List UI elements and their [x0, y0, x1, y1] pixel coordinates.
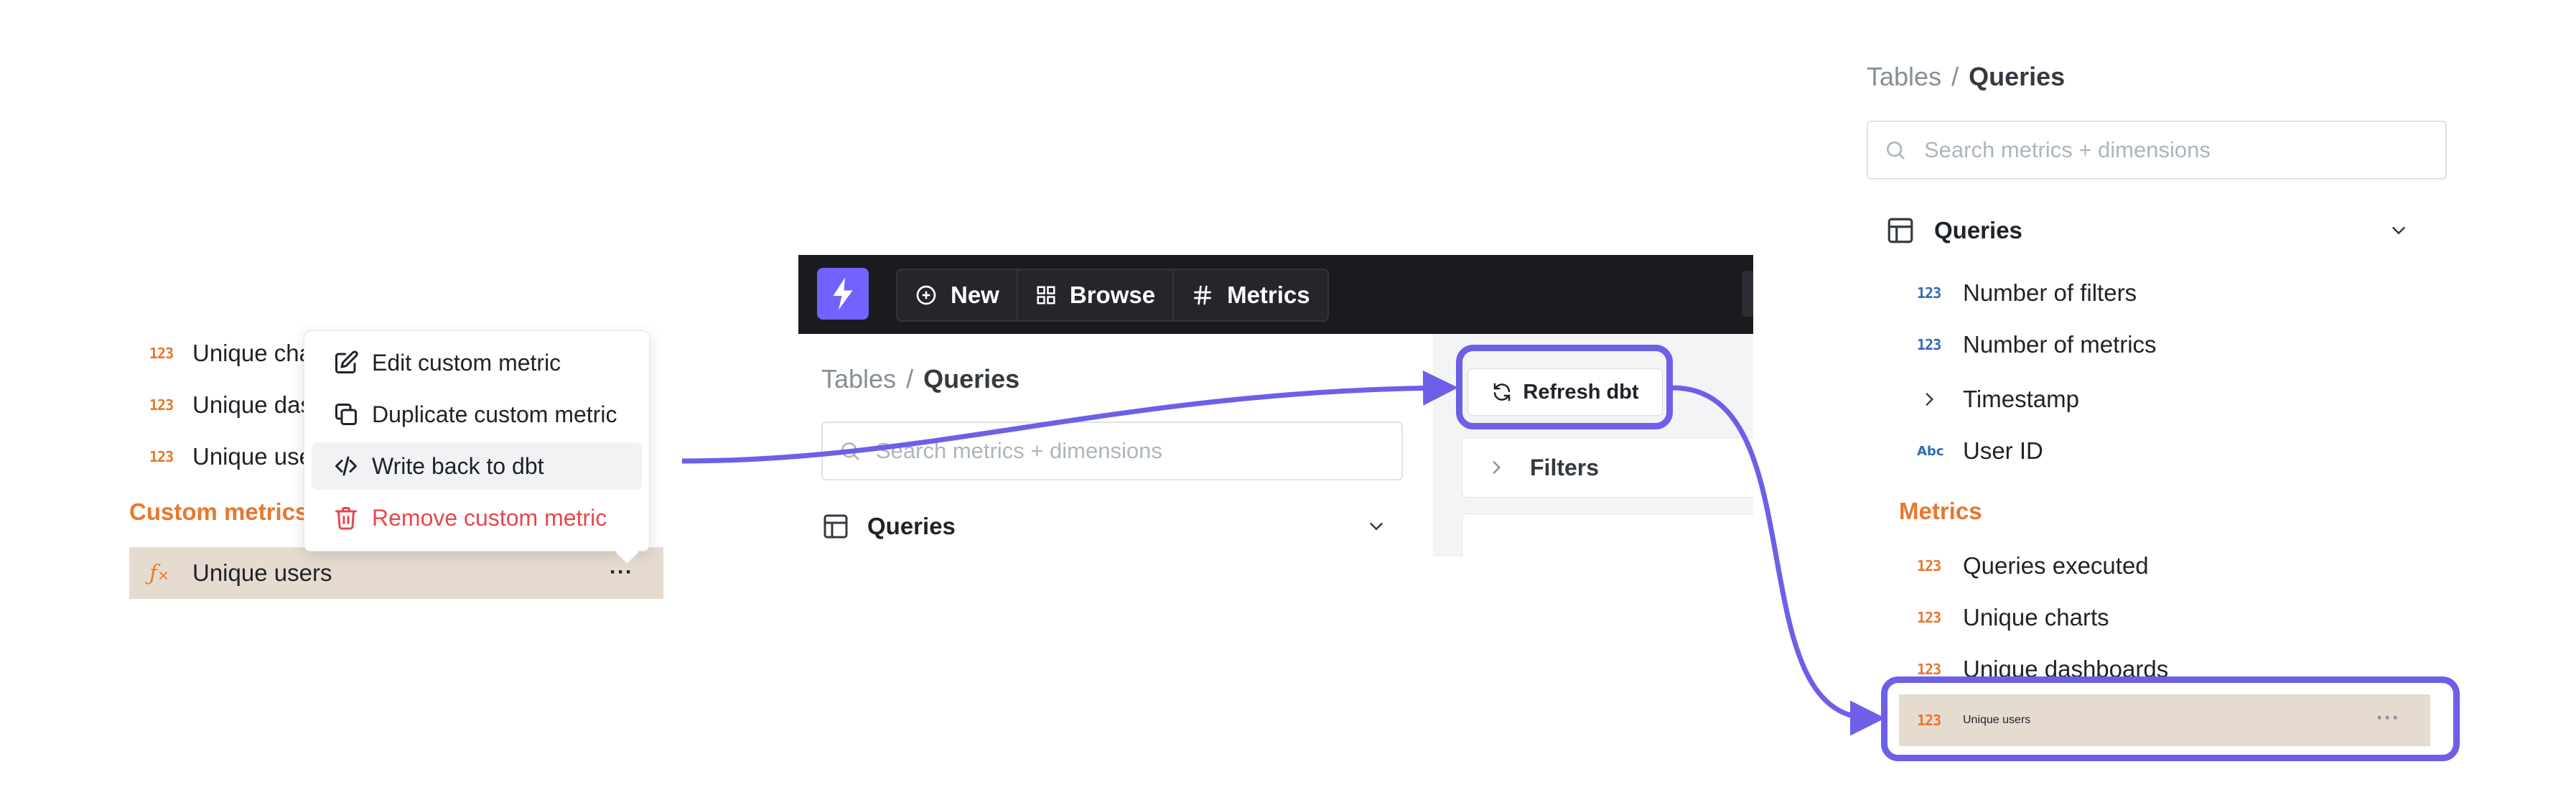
- arrow-to-refresh-dbt: [681, 370, 1458, 464]
- annotation-arrows: [681, 370, 1885, 736]
- arrow-to-selected-metric: [1672, 385, 1885, 736]
